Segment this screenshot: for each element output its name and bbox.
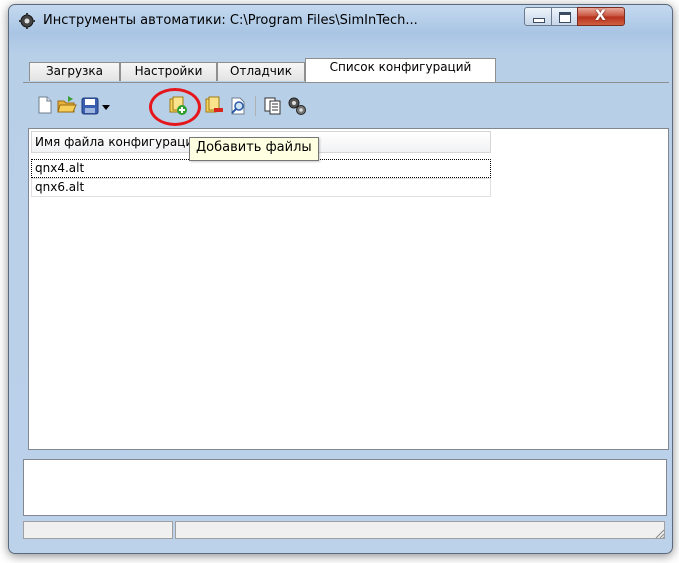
copy-icon[interactable]	[263, 96, 283, 116]
app-gear-icon	[19, 13, 35, 29]
save-icon[interactable]	[80, 96, 100, 116]
config-list[interactable]: Имя файла конфигурации qnx4.alt qnx6.alt	[28, 128, 669, 450]
list-item[interactable]: qnx6.alt	[31, 178, 491, 197]
close-button[interactable]: X	[577, 7, 625, 26]
tab-strip-border	[23, 82, 669, 83]
settings-gears-icon[interactable]	[287, 96, 307, 116]
message-area[interactable]	[23, 459, 667, 516]
maximize-button[interactable]	[551, 7, 578, 26]
resize-grip-icon[interactable]	[653, 527, 665, 539]
tab-zagruzka[interactable]: Загрузка	[29, 62, 120, 81]
tab-nastroiki[interactable]: Настройки	[120, 62, 217, 81]
search-file-icon[interactable]	[228, 96, 248, 116]
tab-label: Загрузка	[45, 64, 104, 78]
tab-label: Список конфигураций	[329, 60, 472, 74]
minimize-button[interactable]	[524, 7, 552, 26]
tab-otladchik[interactable]: Отладчик	[217, 62, 305, 81]
tab-config-list[interactable]: Список конфигураций	[305, 58, 496, 82]
status-bar	[23, 519, 667, 541]
open-folder-icon[interactable]	[57, 95, 77, 115]
close-icon: X	[595, 8, 606, 24]
status-panel-right	[175, 521, 665, 539]
maximize-icon	[559, 12, 571, 23]
new-file-icon[interactable]	[35, 95, 55, 115]
toolbar-separator	[255, 96, 256, 116]
remove-files-icon[interactable]	[204, 96, 224, 116]
list-item[interactable]: qnx4.alt	[31, 159, 491, 178]
status-panel-left	[23, 521, 173, 539]
tooltip: Добавить файлы	[189, 137, 319, 161]
highlight-circle	[149, 88, 201, 126]
minimize-icon	[533, 18, 545, 23]
tab-label: Настройки	[134, 64, 203, 78]
title-bar[interactable]: Инструменты автоматики: C:\Program Files…	[9, 5, 672, 35]
dropdown-arrow-icon[interactable]	[100, 97, 112, 117]
window-title: Инструменты автоматики: C:\Program Files…	[43, 13, 418, 28]
tab-label: Отладчик	[230, 64, 292, 78]
